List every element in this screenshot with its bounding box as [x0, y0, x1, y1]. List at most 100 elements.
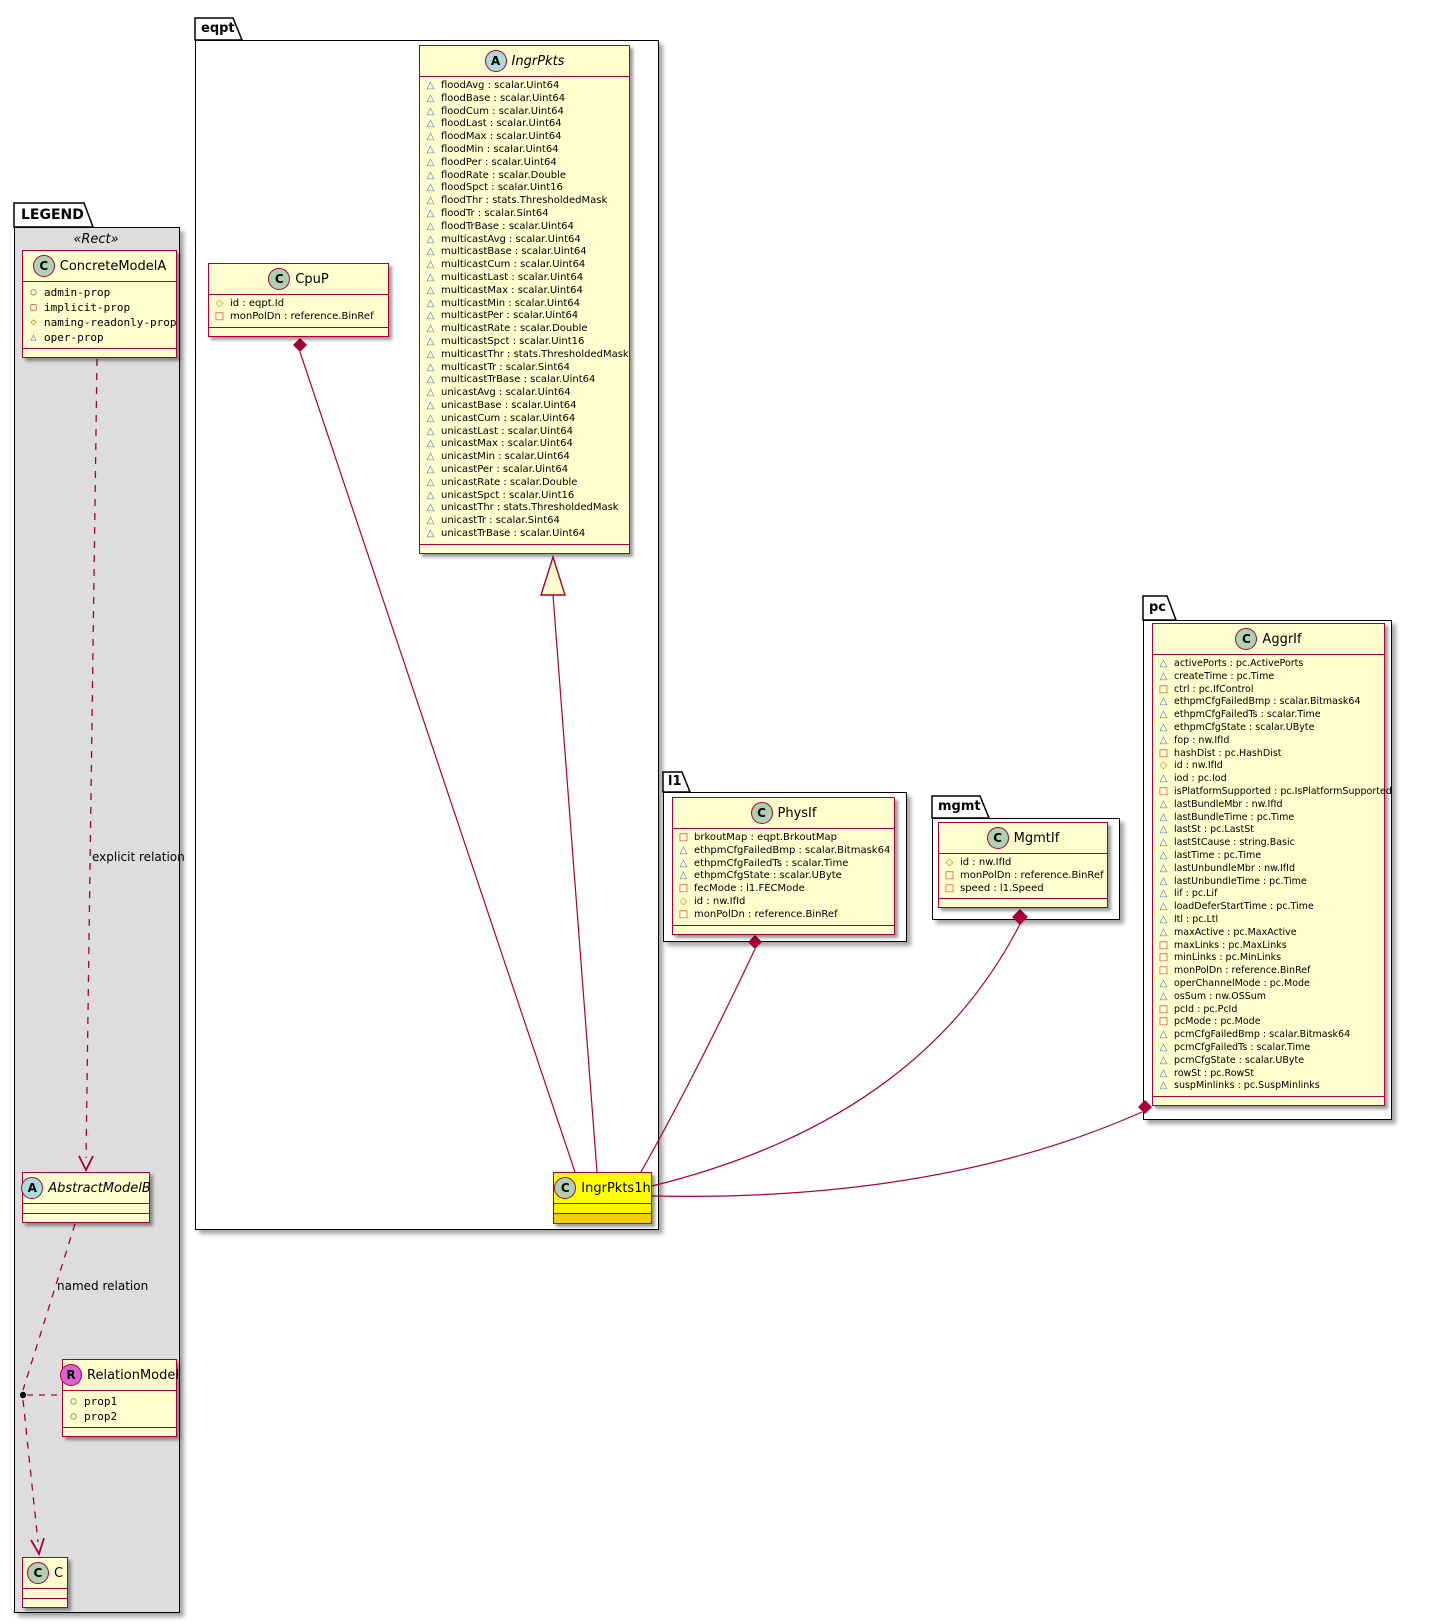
implicit-prop-icon: □: [28, 300, 39, 315]
implicit-prop-icon: □: [678, 883, 689, 896]
attribute-text: suspMinlinks : pc.SuspMinlinks: [1174, 1080, 1320, 1093]
oper-prop-icon: △: [425, 259, 436, 272]
attribute-row: △oper-prop: [28, 330, 171, 345]
attribute-row: △suspMinlinks : pc.SuspMinlinks: [1158, 1080, 1379, 1093]
implicit-prop-icon: □: [1158, 1016, 1169, 1029]
attribute-row: ○prop2: [68, 1409, 171, 1424]
attribute-row: △multicastPer : scalar.Uint64: [425, 310, 624, 323]
oper-prop-icon: △: [1158, 824, 1169, 837]
attribute-row: △ lastUnbundleTime : pc.Time: [1158, 876, 1379, 889]
attribute-text: lastStCause : string.Basic: [1174, 837, 1295, 850]
oper-prop-icon: △: [1158, 1068, 1169, 1081]
package-pc-tab-label: pc: [1149, 598, 1166, 618]
oper-prop-icon: △: [425, 80, 436, 93]
attribute-row: □maxLinks : pc.MaxLinks: [1158, 940, 1379, 953]
class-relation-model: R RelationModel ○prop1○prop2: [62, 1359, 177, 1437]
attribute-row: △multicastTr : scalar.Sint64: [425, 362, 624, 375]
attribute-row: △unicastTr : scalar.Sint64: [425, 515, 624, 528]
relation-class-icon: R: [60, 1364, 82, 1386]
attribute-text: ethpmCfgFailedTs : scalar.Time: [1174, 709, 1321, 722]
attribute-text: fecMode : l1.FECMode: [694, 883, 805, 896]
oper-prop-icon: △: [425, 451, 436, 464]
attribute-text: floodBase : scalar.Uint64: [441, 93, 565, 106]
oper-prop-icon: △: [425, 106, 436, 119]
attribute-row: △unicastSpct : scalar.Uint16: [425, 490, 624, 503]
attribute-text: iod : pc.Iod: [1174, 773, 1227, 786]
attribute-list: ○prop1○prop2: [63, 1391, 176, 1428]
class-mgmt-if: C MgmtIf ◇id : nw.IfId□monPolDn : refere…: [938, 822, 1108, 908]
attribute-text: multicastAvg : scalar.Uint64: [441, 234, 581, 247]
class-icon: C: [554, 1177, 576, 1199]
attribute-row: △lastUnbundleMbr : nw.IfId: [1158, 863, 1379, 876]
class-icon: C: [27, 1562, 49, 1584]
class-header: C PhysIf: [673, 798, 894, 829]
attribute-row: ◇id : nw.IfId: [944, 857, 1102, 870]
attribute-row: □ctrl : pc.IfControl: [1158, 684, 1379, 697]
class-header: R RelationModel: [63, 1360, 176, 1391]
attribute-text: pcmCfgFailedBmp : scalar.Bitmask64: [1174, 1029, 1350, 1042]
admin-prop-icon: ○: [28, 285, 39, 300]
oper-prop-icon: △: [425, 528, 436, 541]
attribute-text: lastUnbundleTime : pc.Time: [1174, 876, 1307, 889]
oper-prop-icon: △: [1158, 863, 1169, 876]
class-header: A IngrPkts: [420, 46, 629, 77]
attribute-text: prop1: [84, 1394, 117, 1409]
oper-prop-icon: △: [1158, 1042, 1169, 1055]
oper-prop-icon: △: [425, 490, 436, 503]
package-eqpt-tab-label: eqpt: [201, 19, 235, 39]
oper-prop-icon: △: [1158, 991, 1169, 1004]
attribute-text: monPolDn : reference.BinRef: [230, 311, 374, 324]
attribute-row: △unicastRate : scalar.Double: [425, 477, 624, 490]
attribute-row: △pcmCfgFailedBmp : scalar.Bitmask64: [1158, 1029, 1379, 1042]
oper-prop-icon: △: [425, 246, 436, 259]
attribute-row: □pcId : pc.PcId: [1158, 1004, 1379, 1017]
attribute-row: △multicastSpct : scalar.Uint16: [425, 336, 624, 349]
oper-prop-icon: △: [425, 413, 436, 426]
methods-compartment: [23, 1214, 149, 1222]
class-header: A AbstractModelB: [23, 1173, 149, 1204]
attribute-row: △multicastAvg : scalar.Uint64: [425, 234, 624, 247]
implicit-prop-icon: □: [1158, 1004, 1169, 1017]
attribute-list: ◇id : eqpt.Id□monPolDn : reference.BinRe…: [209, 295, 388, 328]
attribute-row: △lastBundleTime : pc.Time: [1158, 812, 1379, 825]
uml-class-diagram: LEGEND eqpt l1 mgmt pc «Rect» explicit r…: [0, 0, 1452, 1623]
oper-prop-icon: △: [1158, 914, 1169, 927]
attribute-row: △activePorts : pc.ActivePorts: [1158, 658, 1379, 671]
oper-prop-icon: △: [1158, 812, 1169, 825]
oper-prop-icon: △: [1158, 876, 1169, 889]
attribute-text: fop : nw.IfId: [1174, 735, 1229, 748]
attribute-text: lif : pc.Lif: [1174, 888, 1217, 901]
attribute-text: monPolDn : reference.BinRef: [1174, 965, 1310, 978]
class-name: PhysIf: [778, 806, 817, 821]
oper-prop-icon: △: [425, 464, 436, 477]
attribute-text: operChannelMode : pc.Mode: [1174, 978, 1310, 991]
oper-prop-icon: △: [1158, 901, 1169, 914]
legend-stereotype: «Rect»: [14, 232, 178, 247]
oper-prop-icon: △: [425, 374, 436, 387]
attribute-text: unicastThr : stats.ThresholdedMask: [441, 502, 619, 515]
attribute-text: ltl : pc.Ltl: [1174, 914, 1218, 927]
oper-prop-icon: △: [1158, 722, 1169, 735]
attribute-row: △ osSum : nw.OSSum: [1158, 991, 1379, 1004]
attribute-text: ethpmCfgFailedBmp : scalar.Bitmask64: [694, 845, 890, 858]
attribute-row: △floodMin : scalar.Uint64: [425, 144, 624, 157]
attribute-text: osSum : nw.OSSum: [1174, 991, 1266, 1004]
class-icon: C: [1235, 628, 1257, 650]
attribute-text: rowSt : pc.RowSt: [1174, 1068, 1254, 1081]
attribute-list: ○admin-prop□implicit-prop◇naming-readonl…: [23, 282, 176, 349]
class-phys-if: C PhysIf □brkoutMap : eqpt.BrkoutMap△eth…: [672, 797, 895, 935]
attribute-text: speed : l1.Speed: [960, 883, 1044, 896]
oper-prop-icon: △: [1158, 888, 1169, 901]
implicit-prop-icon: □: [1158, 684, 1169, 697]
attribute-text: floodCum : scalar.Uint64: [441, 106, 564, 119]
attribute-text: id : nw.IfId: [1174, 760, 1223, 773]
attribute-text: maxLinks : pc.MaxLinks: [1174, 940, 1287, 953]
attribute-row: ◇id : nw.IfId: [1158, 760, 1379, 773]
oper-prop-icon: △: [28, 330, 39, 345]
attribute-row: △createTime : pc.Time: [1158, 671, 1379, 684]
attribute-text: multicastBase : scalar.Uint64: [441, 246, 587, 259]
attribute-text: ethpmCfgFailedTs : scalar.Time: [694, 858, 848, 871]
attribute-text: monPolDn : reference.BinRef: [960, 870, 1104, 883]
attribute-row: △floodRate : scalar.Double: [425, 170, 624, 183]
attribute-text: lastSt : pc.LastSt: [1174, 824, 1254, 837]
